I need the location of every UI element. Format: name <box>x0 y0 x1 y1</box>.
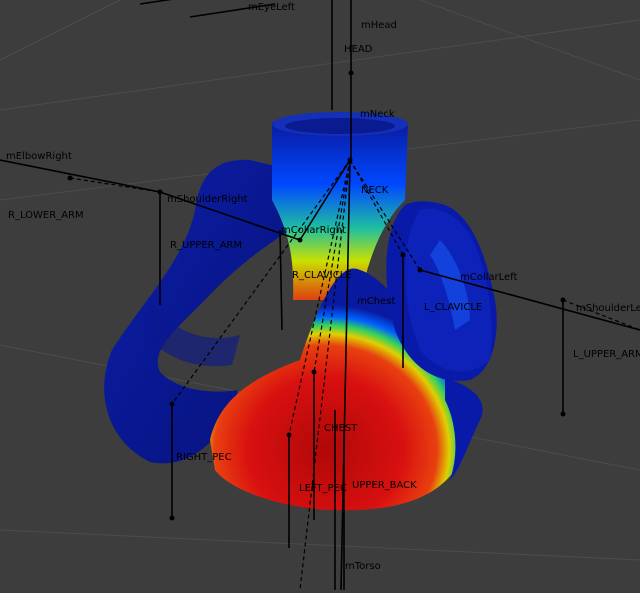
label-mchest: mChest <box>357 296 395 307</box>
label-l-upper-arm: L_UPPER_ARM <box>573 349 640 360</box>
label-left-pec: LEFT_PEC <box>299 483 347 494</box>
3d-viewport[interactable]: mEyeLeft mHead HEAD mNeck mElbowRight mS… <box>0 0 640 593</box>
label-right-pec: RIGHT_PEC <box>176 452 232 463</box>
label-meyeleft: mEyeLeft <box>248 2 295 13</box>
label-head: HEAD <box>344 44 373 55</box>
label-upper-back: UPPER_BACK <box>352 480 417 491</box>
label-mshoulderleft: mShoulderLe <box>576 303 640 314</box>
label-chest: CHEST <box>324 423 358 434</box>
label-melbowright: mElbowRight <box>6 151 72 162</box>
label-mtorso: mTorso <box>345 561 381 572</box>
label-mshoulderright: mShoulderRight <box>167 194 248 205</box>
label-mneck: mNeck <box>360 109 395 120</box>
label-mcollarright: mCollarRight <box>281 225 346 236</box>
label-mcollarleft: mCollarLeft <box>460 272 518 283</box>
label-neck: NECK <box>361 185 389 196</box>
label-r-lower-arm: R_LOWER_ARM <box>8 210 84 221</box>
label-l-clavicle: L_CLAVICLE <box>424 302 482 313</box>
viewport-canvas[interactable]: mEyeLeft mHead HEAD mNeck mElbowRight mS… <box>0 0 640 593</box>
label-r-upper-arm: R_UPPER_ARM <box>170 240 242 251</box>
label-mhead: mHead <box>361 20 397 31</box>
label-r-clavicle: R_CLAVICLE <box>292 270 352 281</box>
